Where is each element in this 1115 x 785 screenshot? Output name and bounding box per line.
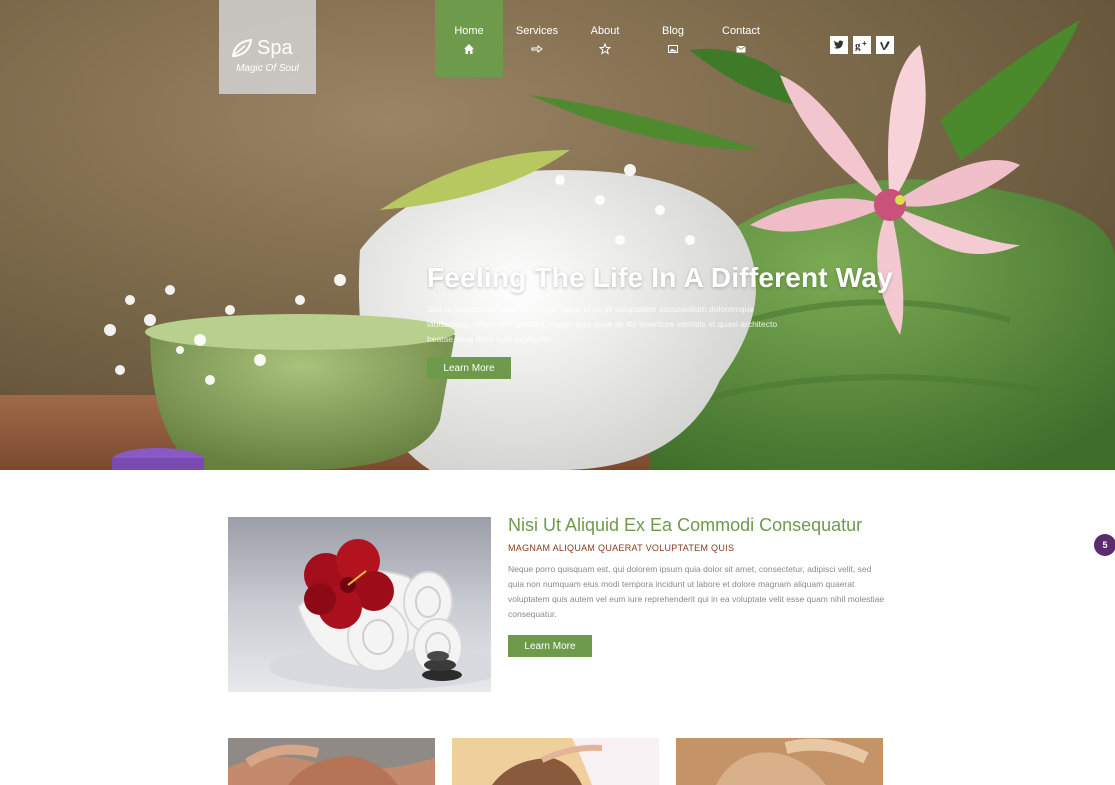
hand-pointer-icon [531,45,543,53]
thumbnail-massage-hands[interactable] [676,738,883,785]
hero-title: Feeling The Life In A Different Way [427,262,893,293]
gallery-thumbnails [228,738,883,785]
thumbnail-massage-shoulder[interactable] [228,738,435,785]
nav-item-home[interactable]: Home [435,0,503,77]
feature-description: Neque porro quisquam est, qui dolorem ip… [508,564,885,619]
nav-item-label: Home [454,25,484,37]
envelope-icon [736,45,746,53]
nav-item-services[interactable]: Services [503,0,571,77]
hero-description: Sed ut perspiciatis unde omnis iste natu… [427,304,778,344]
nav-item-label: Blog [661,25,685,37]
logo-tagline: Magic Of Soul [236,63,299,74]
massage-therapist-image [452,738,659,785]
google-plus-icon: g + [855,39,867,51]
main-navigation: Home Services About Blog Contact [435,0,775,77]
nav-item-label: Contact [722,25,760,37]
towel-hibiscus-image [228,517,491,692]
feature-image [228,517,491,692]
social-links: g + [830,36,894,54]
notification-badge[interactable]: 5 [1094,534,1115,556]
svg-text:g: g [855,40,861,51]
svg-text:+: + [862,39,867,48]
massage-shoulder-image [228,738,435,785]
google-plus-button[interactable]: g + [853,36,871,54]
hero-banner: Spa Magic Of Soul Home Services About Bl… [0,0,1115,470]
leaf-icon [231,38,253,57]
feature-subtitle: MAGNAM ALIQUAM QUAERAT VOLUPTATEM QUIS [508,543,735,553]
nav-item-label: Services [515,25,559,37]
nav-item-contact[interactable]: Contact [707,0,775,77]
twitter-button[interactable] [830,36,848,54]
vimeo-button[interactable] [876,36,894,54]
massage-hands-image [676,738,883,785]
feature-learn-more-button[interactable]: Learn More [508,635,592,657]
picture-icon [668,45,678,53]
logo-title: Spa [257,37,293,59]
site-logo[interactable]: Spa Magic Of Soul [219,0,316,94]
vimeo-icon [880,41,890,50]
twitter-icon [833,40,844,49]
hero-learn-more-button[interactable]: Learn More [427,357,511,379]
star-icon [599,43,611,55]
home-icon [464,44,474,54]
thumbnail-massage-therapist[interactable] [452,738,659,785]
nav-item-blog[interactable]: Blog [639,0,707,77]
nav-item-about[interactable]: About [571,0,639,77]
nav-item-label: About [590,25,620,37]
feature-title: Nisi Ut Aliquid Ex Ea Commodi Consequatu… [508,515,863,535]
